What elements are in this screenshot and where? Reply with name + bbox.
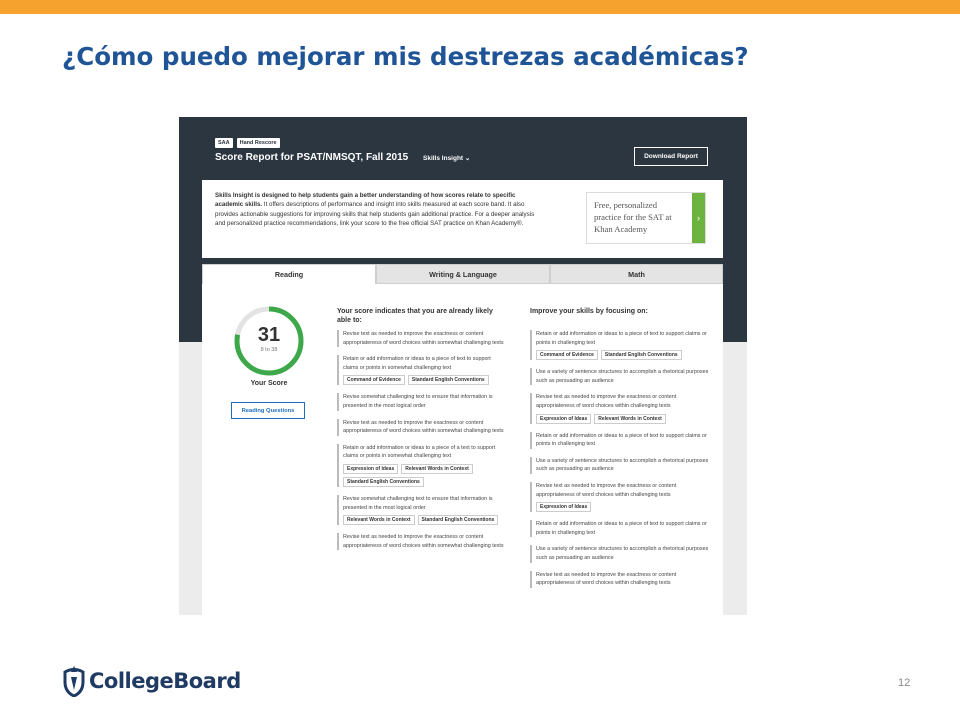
- skill-text: Use a variety of sentence structures to …: [536, 457, 709, 473]
- skills-insight-dropdown[interactable]: Skills Insight ⌄: [423, 154, 470, 162]
- skill-text: Revise somewhat challenging text to ensu…: [343, 394, 493, 409]
- skill-text: Revise somewhat challenging text to ensu…: [343, 495, 493, 511]
- intro-card: Skills Insight is designed to help stude…: [202, 180, 723, 258]
- acorn-icon: [63, 666, 85, 697]
- skill-tags: Command of Evidence Standard English Conv…: [343, 375, 507, 386]
- skill-item: Revise text as needed to improve the exa…: [337, 418, 507, 436]
- page-number: 12: [898, 677, 911, 689]
- skill-tag: Relevant Words in Context: [401, 463, 473, 474]
- download-report-button[interactable]: Download Report: [634, 147, 708, 166]
- score-label: Your Score: [250, 380, 288, 387]
- skill-item: Use a variety of sentence structures to …: [530, 456, 710, 474]
- tab-math[interactable]: Math: [550, 264, 723, 284]
- skill-tag: Command of Evidence: [343, 375, 405, 386]
- chevron-down-icon: ⌄: [464, 155, 471, 162]
- skill-item: Retain or add information or ideas to a …: [337, 355, 507, 386]
- skill-item: Use a variety of sentence structures to …: [530, 545, 710, 563]
- skill-item: Use a variety of sentence structures to …: [530, 368, 710, 386]
- badge-saa: SAA: [215, 138, 233, 148]
- skill-text: Use a variety of sentence structures to …: [536, 546, 709, 561]
- score-value: 31: [257, 324, 281, 346]
- report-title: Score Report for PSAT/NMSQT, Fall 2015: [215, 152, 409, 163]
- skill-text: Revise text as needed to improve the exa…: [343, 534, 504, 549]
- skill-tag: Relevant Words in Context: [343, 515, 415, 526]
- skill-text: Retain or add information or ideas to a …: [536, 331, 707, 346]
- skill-tags: Expression of Ideas Relevant Words in Con…: [536, 413, 710, 424]
- slide-title: ¿Cómo puedo mejorar mis destrezas académ…: [62, 42, 749, 71]
- skill-item: Retain or add information or ideas to a …: [530, 431, 710, 449]
- skill-text: Retain or add information or ideas to a …: [536, 432, 707, 448]
- skill-tags: Relevant Words in Context Standard Englis…: [343, 515, 507, 526]
- skill-tag: Standard English Conventions: [417, 515, 499, 526]
- skill-text: Revise text as needed to improve the exa…: [536, 394, 677, 409]
- skill-tag: Command of Evidence: [536, 350, 598, 361]
- skill-item: Revise text as needed to improve the exa…: [530, 481, 710, 513]
- skill-item: Revise somewhat challenging text to ensu…: [337, 393, 507, 411]
- skill-item: Revise text as needed to improve the exa…: [530, 393, 710, 424]
- score-report-screenshot: SAA Hand Rescore Score Report for PSAT/N…: [179, 117, 747, 615]
- skill-tags: Command of Evidence Standard English Conv…: [536, 350, 710, 361]
- skill-tag: Standard English Conventions: [407, 375, 489, 386]
- skill-text: Revise text as needed to improve the exa…: [343, 419, 504, 435]
- khan-text: Free, personalized practice for the SAT …: [594, 200, 672, 234]
- skill-item: Retain or add information or ideas to a …: [337, 443, 507, 487]
- skills-insight-label: Skills Insight: [423, 155, 464, 162]
- skill-text: Revise text as needed to improve the exa…: [536, 571, 677, 587]
- college-board-logo: CollegeBoard: [62, 665, 241, 697]
- improve-skills-list: Retain or add information or ideas to a …: [530, 330, 710, 596]
- skill-item: Retain or add information or ideas to a …: [530, 520, 710, 538]
- skill-item: Revise somewhat challenging text to ensu…: [337, 494, 507, 526]
- skill-tag: Standard English Conventions: [600, 350, 682, 361]
- able-skills-list: Revise text as needed to improve the exa…: [337, 330, 507, 558]
- skill-tag: Expression of Ideas: [536, 502, 592, 513]
- tab-writing-language[interactable]: Writing & Language: [376, 264, 550, 284]
- top-accent-bar: [0, 0, 960, 14]
- skill-tag: Expression of Ideas: [536, 413, 592, 424]
- khan-academy-link[interactable]: Free, personalized practice for the SAT …: [586, 192, 706, 244]
- score-range: 8 to 38: [260, 347, 278, 353]
- skill-tags: Expression of Ideas Relevant Words in Con…: [343, 463, 507, 487]
- improve-heading: Improve your skills by focusing on:: [530, 308, 648, 315]
- able-heading: Your score indicates that you are alread…: [337, 308, 493, 324]
- skill-item: Revise text as needed to improve the exa…: [337, 533, 507, 551]
- skills-panel: Reading Writing & Language Math 31 8 to …: [202, 264, 723, 615]
- skill-text: Retain or add information or ideas to a …: [536, 521, 707, 536]
- skill-item: Retain or add information or ideas to a …: [530, 330, 710, 361]
- skill-text: Retain or add information or ideas to a …: [343, 444, 496, 460]
- subject-tabs: Reading Writing & Language Math: [202, 264, 723, 284]
- intro-rest: It offers descriptions of performance an…: [215, 201, 535, 228]
- skill-text: Retain or add information or ideas to a …: [343, 356, 491, 371]
- reading-questions-button[interactable]: Reading Questions: [231, 402, 305, 419]
- skill-item: Revise text as needed to improve the exa…: [337, 330, 507, 348]
- logo-text: CollegeBoard: [89, 669, 241, 693]
- skill-text: Revise text as needed to improve the exa…: [343, 331, 504, 346]
- chevron-right-icon: ›: [692, 193, 705, 243]
- skill-tags: Expression of Ideas: [536, 502, 710, 513]
- skill-tag: Expression of Ideas: [343, 463, 399, 474]
- badge-hand-rescore: Hand Rescore: [236, 138, 280, 148]
- skill-text: Use a variety of sentence structures to …: [536, 369, 709, 384]
- skill-text: Revise text as needed to improve the exa…: [536, 482, 677, 498]
- report-badges: SAA Hand Rescore: [215, 138, 280, 148]
- skill-item: Revise text as needed to improve the exa…: [530, 570, 710, 588]
- skill-tag: Standard English Conventions: [343, 476, 424, 487]
- skill-tag: Relevant Words in Context: [594, 413, 666, 424]
- intro-text: Skills Insight is designed to help stude…: [215, 191, 545, 229]
- tab-reading[interactable]: Reading: [202, 264, 376, 284]
